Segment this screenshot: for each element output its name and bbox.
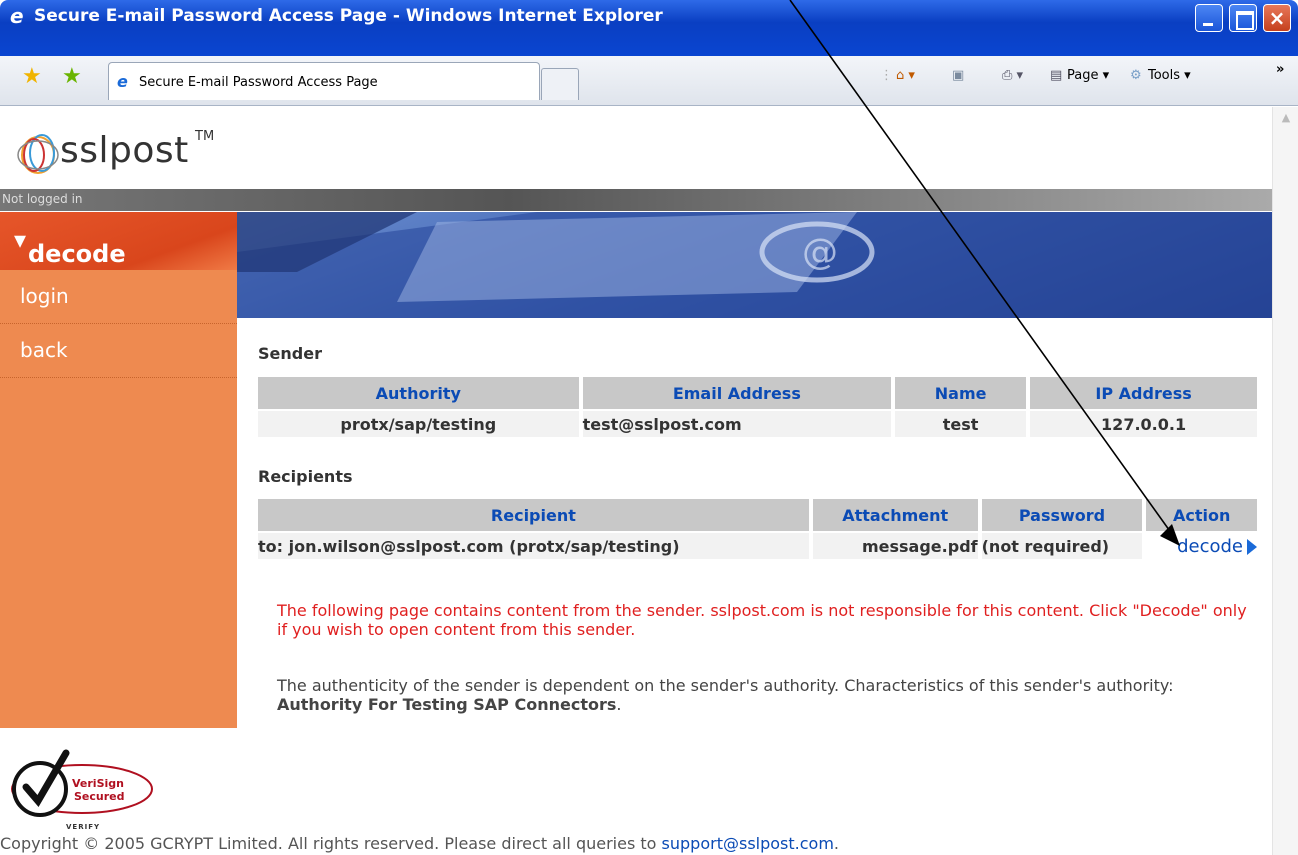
authority-note: The authenticity of the sender is depend… xyxy=(277,676,1257,714)
password-status: (not required) xyxy=(981,533,1143,559)
table-header-row: Recipient Attachment Password Action xyxy=(258,499,1257,531)
verisign-verify: VERIFY xyxy=(66,823,101,831)
minimize-button[interactable] xyxy=(1195,4,1223,32)
sidebar-item-login[interactable]: login xyxy=(0,270,237,324)
column-header-attachment: Attachment xyxy=(812,499,978,531)
tools-menu-button[interactable]: Tools ▾ xyxy=(1148,68,1191,83)
recipients-section-title: Recipients xyxy=(258,467,353,486)
verisign-label-1: VeriSign xyxy=(72,777,124,790)
recipients-table: Recipient Attachment Password Action to:… xyxy=(254,497,1261,561)
login-status-bar: Not logged in xyxy=(0,189,1272,211)
footer-suffix: . xyxy=(833,834,839,853)
support-email-link[interactable]: support@sslpost.com xyxy=(662,834,834,853)
sidebar-item-label: login xyxy=(20,284,69,308)
browser-toolbar: ★ ★ e Secure E-mail Password Access Page… xyxy=(0,56,1298,106)
scroll-up-arrow-icon[interactable]: ▲ xyxy=(1273,107,1298,129)
decode-arrow-icon[interactable] xyxy=(1247,539,1257,555)
sender-ip: 127.0.0.1 xyxy=(1030,411,1257,437)
logo-text: sslpost xyxy=(60,130,189,171)
authority-note-text: The authenticity of the sender is depend… xyxy=(277,676,1174,695)
column-header-recipient: Recipient xyxy=(258,499,809,531)
sidebar-item-back[interactable]: back xyxy=(0,324,237,378)
favorites-star-icon[interactable]: ★ xyxy=(22,66,42,88)
recipient-address: to: jon.wilson@sslpost.com (protx/sap/te… xyxy=(258,533,809,559)
footer-copyright: Copyright © 2005 GCRYPT Limited. All rig… xyxy=(0,834,839,853)
tools-icon[interactable]: ⚙ xyxy=(1130,68,1142,83)
add-favorites-icon[interactable]: ★ xyxy=(62,66,82,88)
column-header-ip: IP Address xyxy=(1030,377,1257,409)
column-header-name: Name xyxy=(895,377,1027,409)
vertical-scrollbar[interactable]: ▲ xyxy=(1272,107,1298,855)
action-cell: decode xyxy=(1146,533,1257,559)
sidebar: ▾ decode login back xyxy=(0,212,237,728)
authority-name: Authority For Testing SAP Connectors xyxy=(277,695,617,714)
tab-label: Secure E-mail Password Access Page xyxy=(139,75,378,90)
ie-icon: e xyxy=(10,4,24,28)
table-row: to: jon.wilson@sslpost.com (protx/sap/te… xyxy=(258,533,1257,559)
window-titlebar[interactable]: e Secure E-mail Password Access Page - W… xyxy=(0,0,1298,56)
column-header-action: Action xyxy=(1146,499,1257,531)
tab-active[interactable]: e Secure E-mail Password Access Page xyxy=(108,62,540,100)
sender-content-warning: The following page contains content from… xyxy=(277,601,1247,639)
sender-authority: protx/sap/testing xyxy=(258,411,579,437)
verisign-seal[interactable]: VeriSign Secured VERIFY xyxy=(8,737,158,847)
table-row: protx/sap/testing test@sslpost.com test … xyxy=(258,411,1257,437)
window-title: Secure E-mail Password Access Page - Win… xyxy=(34,6,663,26)
column-header-password: Password xyxy=(981,499,1143,531)
separator: ⋮ xyxy=(880,68,893,83)
banner-keyboard-graphic: @ xyxy=(237,212,1272,318)
login-status: Not logged in xyxy=(2,192,83,206)
page-menu-button[interactable]: Page ▾ xyxy=(1067,68,1109,83)
new-tab-button[interactable] xyxy=(541,68,579,100)
ie-page-icon: e xyxy=(117,72,128,91)
sender-email: test@sslpost.com xyxy=(582,411,892,437)
sidebar-item-label: back xyxy=(20,338,68,362)
header-banner-image: @ xyxy=(237,212,1272,318)
decode-link-label: decode xyxy=(1177,535,1243,557)
sender-name: test xyxy=(895,411,1027,437)
feeds-icon[interactable]: ▣ xyxy=(952,68,964,83)
svg-text:@: @ xyxy=(802,232,838,273)
authority-note-suffix: . xyxy=(616,695,622,714)
verisign-label-2: Secured xyxy=(74,790,125,803)
trademark: TM xyxy=(195,129,215,144)
table-header-row: Authority Email Address Name IP Address xyxy=(258,377,1257,409)
home-icon[interactable]: ⌂ ▾ xyxy=(896,68,915,83)
page-content: sslpost TM Not logged in ▾ decode login b… xyxy=(0,107,1298,855)
sender-section-title: Sender xyxy=(258,344,322,363)
sslpost-logo-icon xyxy=(17,134,59,174)
close-button[interactable]: × xyxy=(1263,4,1291,32)
print-icon[interactable]: ⎙ ▾ xyxy=(1002,68,1023,83)
column-header-authority: Authority xyxy=(258,377,579,409)
toolbar-overflow-chevron[interactable]: » xyxy=(1276,62,1284,77)
footer-text: Copyright © 2005 GCRYPT Limited. All rig… xyxy=(0,834,662,853)
sidebar-item-decode[interactable]: ▾ decode xyxy=(0,212,237,270)
column-header-email: Email Address xyxy=(582,377,892,409)
page-menu-label: Page xyxy=(1067,68,1099,83)
sidebar-item-decode-label: ▾ decode xyxy=(14,226,126,268)
attachment-name: message.pdf xyxy=(812,533,978,559)
maximize-button[interactable] xyxy=(1229,4,1257,32)
tools-menu-label: Tools xyxy=(1148,68,1181,83)
decode-link[interactable]: decode xyxy=(1177,536,1243,557)
sender-table: Authority Email Address Name IP Address … xyxy=(254,375,1261,439)
page-menu-icon[interactable]: ▤ xyxy=(1050,68,1062,83)
active-menu-label: decode xyxy=(28,240,126,268)
